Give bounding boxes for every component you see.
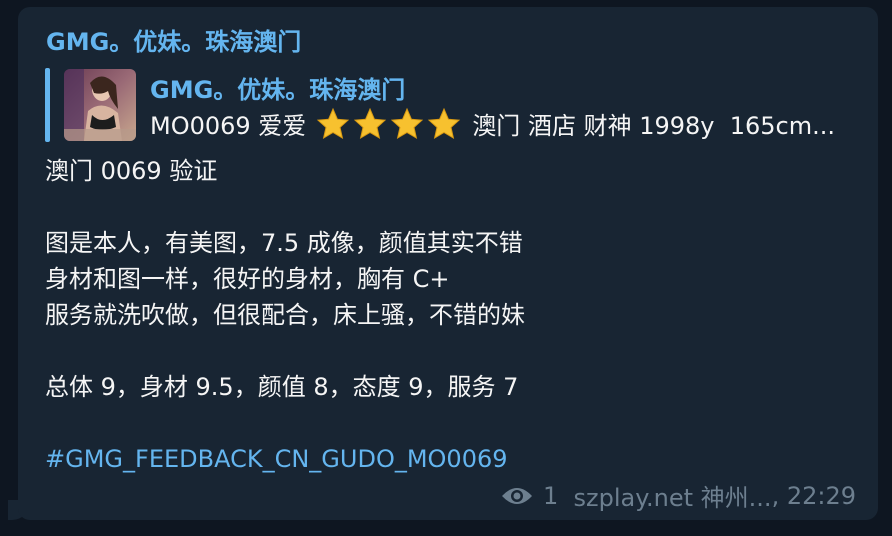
message-body: 澳门 0069 验证图是本人，有美图，7.5 成像，颜值其实不错 身材和图一样，很… <box>45 153 845 477</box>
reply-thumbnail <box>64 69 136 141</box>
reply-accent-bar <box>45 68 50 142</box>
body-line <box>45 189 845 225</box>
reply-text-after: 澳门 酒店 财神 1998y 165cm... <box>472 112 836 140</box>
reply-text: MO0069 爱爱 澳门 酒店 财神 1998y 165cm... <box>150 106 855 141</box>
view-count: 1 <box>542 481 559 510</box>
reply-title: GMG。优妹。珠海澳门 <box>150 76 406 104</box>
star-icon <box>354 107 387 139</box>
sender-name[interactable]: GMG。优妹。珠海澳门 <box>46 22 301 57</box>
star-icon <box>317 107 350 139</box>
body-line: 服务就洗吹做，但很配合，床上骚，不错的妹 <box>45 301 525 329</box>
reply-preview[interactable]: GMG。优妹。珠海澳门 MO0069 爱爱 澳门 酒店 财神 1998y 165… <box>45 68 860 142</box>
post-signature: szplay.net 神州... <box>573 484 772 512</box>
body-line: 总体 9，身材 9.5，颜值 8，态度 9，服务 7 <box>45 373 519 401</box>
star-icon <box>428 107 461 139</box>
body-line: 澳门 0069 验证 <box>45 157 218 185</box>
hashtag-link[interactable]: #GMG_FEEDBACK_CN_GUDO_MO0069 <box>45 441 845 477</box>
message-meta: 1 szplay.net 神州... , 22:29 <box>501 478 856 513</box>
body-line <box>45 405 845 441</box>
rating-stars <box>316 107 464 141</box>
message-time: 22:29 <box>786 481 856 510</box>
star-icon <box>391 107 424 139</box>
body-line: 身材和图一样，很好的身材，胸有 C+ <box>45 265 450 293</box>
eye-icon <box>501 487 532 504</box>
body-line: 图是本人，有美图，7.5 成像，颜值其实不错 <box>45 229 523 257</box>
reply-text-before: MO0069 爱爱 <box>150 112 307 140</box>
body-line <box>45 333 845 369</box>
